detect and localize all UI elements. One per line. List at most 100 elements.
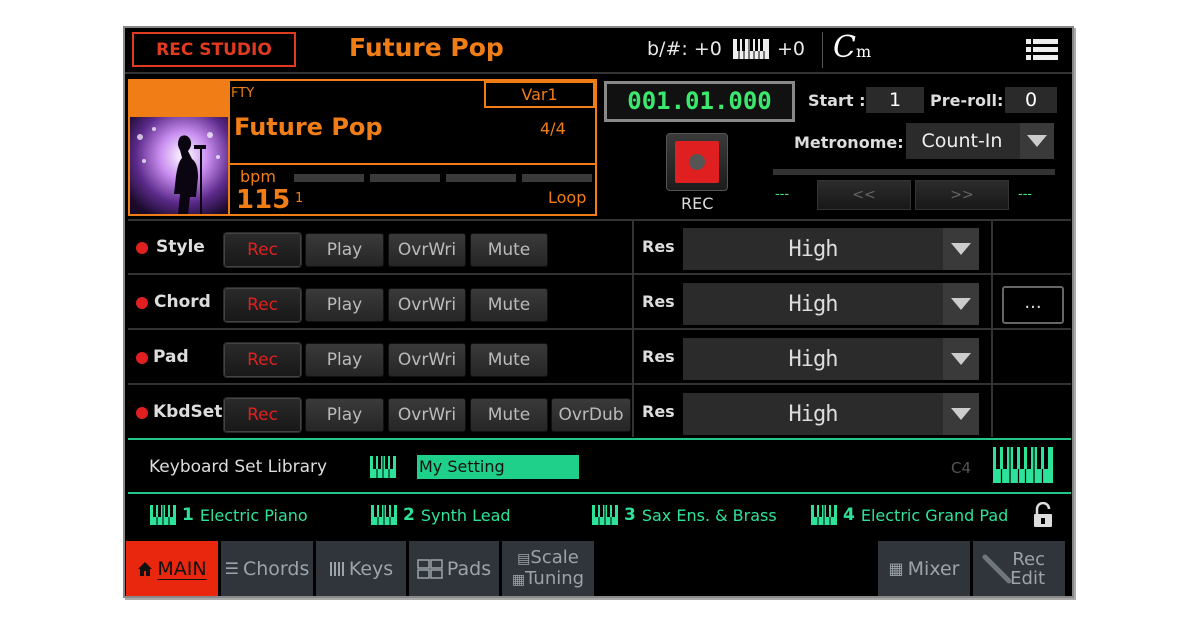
- layer-sound-name: Sax Ens. & Brass: [641, 505, 777, 525]
- resolution-dropdown[interactable]: High: [683, 338, 979, 380]
- transpose-display[interactable]: b/#: +0: [647, 38, 722, 60]
- keyboard-icon: [370, 456, 396, 478]
- layer-2[interactable]: 2 Synth Lead: [371, 505, 511, 525]
- keyboard-icon: [371, 505, 397, 525]
- mute-button[interactable]: Mute: [470, 398, 548, 432]
- song-name: Future Pop: [234, 113, 383, 141]
- loop-label[interactable]: Loop: [548, 188, 586, 207]
- mute-button[interactable]: Mute: [470, 343, 548, 377]
- tab-pads[interactable]: Pads: [409, 541, 499, 596]
- more-button[interactable]: ...: [1002, 286, 1064, 324]
- tab-keys[interactable]: Keys: [316, 541, 406, 596]
- position-slider[interactable]: [773, 169, 1055, 175]
- layer-3[interactable]: 3 Sax Ens. & Brass: [592, 505, 777, 525]
- keys-icon: [329, 561, 344, 576]
- forward-button[interactable]: >>: [915, 180, 1009, 210]
- rec-studio-screen: REC STUDIO Future Pop b/#: +0 +0 Cm FTY …: [123, 26, 1074, 598]
- chevron-down-icon: [943, 283, 979, 325]
- keyboard-transpose-value: +0: [777, 38, 806, 60]
- track-name: Chord: [154, 292, 211, 312]
- tab-rec-edit[interactable]: Rec Edit: [973, 541, 1065, 596]
- scale-icon: ▤: [517, 550, 531, 567]
- mute-button[interactable]: Mute: [470, 233, 548, 267]
- play-button[interactable]: Play: [305, 343, 384, 377]
- resolution-label: Res: [642, 237, 675, 256]
- right-marker: ---: [1018, 187, 1033, 202]
- measure-number: 1: [295, 191, 304, 206]
- tab-label: MAIN: [157, 557, 207, 580]
- layer-4[interactable]: 4 Electric Grand Pad: [811, 505, 1008, 525]
- menu-icon[interactable]: [1026, 38, 1058, 62]
- chevron-down-icon: [943, 228, 979, 270]
- record-button[interactable]: [666, 133, 728, 191]
- play-button[interactable]: Play: [305, 288, 384, 322]
- tab-label: Tuning: [525, 567, 585, 589]
- resolution-label: Res: [642, 402, 675, 421]
- rewind-button[interactable]: <<: [817, 180, 911, 210]
- resolution-dropdown[interactable]: High: [683, 393, 979, 435]
- overdub-button[interactable]: OvrDub: [551, 398, 631, 432]
- split-keyboard-icon[interactable]: [993, 447, 1053, 483]
- layer-number: 4: [843, 505, 855, 525]
- resolution-dropdown[interactable]: High: [683, 283, 979, 325]
- metronome-dropdown[interactable]: Count-In: [906, 123, 1054, 159]
- preroll-value[interactable]: 0: [1005, 87, 1057, 113]
- play-button[interactable]: Play: [305, 233, 384, 267]
- list-icon: ☰: [224, 559, 239, 578]
- song-panel-divider: [228, 81, 230, 214]
- rec-button[interactable]: Rec: [223, 342, 302, 378]
- pads-icon: [417, 558, 443, 579]
- play-button[interactable]: Play: [305, 398, 384, 432]
- variation-box[interactable]: Var1: [484, 81, 595, 108]
- tab-label: Edit: [1010, 567, 1045, 589]
- overwrite-button[interactable]: OvrWri: [388, 233, 466, 267]
- tab-scale-tuning[interactable]: ▤Scale ▦Tuning: [502, 541, 594, 596]
- metronome-value: Count-In: [921, 130, 1003, 152]
- overwrite-button[interactable]: OvrWri: [388, 343, 466, 377]
- resolution-value: High: [788, 401, 839, 427]
- start-value[interactable]: 1: [866, 87, 924, 113]
- tab-label: Scale: [530, 546, 579, 568]
- chord-type: m: [855, 42, 872, 61]
- keyboard-set-bottom-line: [128, 492, 1071, 494]
- resolution-value: High: [788, 291, 839, 317]
- layer-sound-name: Electric Grand Pad: [860, 505, 1009, 525]
- keyboard-icon: [811, 505, 837, 525]
- page-title: Future Pop: [349, 33, 504, 62]
- overwrite-button[interactable]: OvrWri: [388, 398, 466, 432]
- overwrite-button[interactable]: OvrWri: [388, 288, 466, 322]
- home-icon: [138, 561, 153, 576]
- layer-sound-name: Synth Lead: [420, 505, 511, 525]
- chevron-down-icon: [943, 338, 979, 380]
- keyboard-icon: [733, 39, 769, 59]
- tab-main[interactable]: MAIN: [126, 541, 218, 596]
- layer-number: 1: [182, 505, 194, 525]
- keyboard-set-library-label: Keyboard Set Library: [149, 457, 328, 477]
- measure-segment: [294, 174, 364, 182]
- tab-mixer[interactable]: ▦ Mixer: [878, 541, 970, 596]
- measure-segment: [522, 174, 592, 182]
- keyboard-set-name[interactable]: My Setting: [417, 455, 579, 479]
- resolution-dropdown[interactable]: High: [683, 228, 979, 270]
- track-record-led: [136, 242, 148, 254]
- rec-button[interactable]: Rec: [223, 232, 302, 268]
- bpm-label: bpm: [240, 167, 276, 186]
- keyboard-icon: [592, 505, 618, 525]
- tab-label: Mixer: [907, 557, 960, 580]
- chord-display: Cm: [833, 30, 871, 65]
- tab-label: Rec: [1012, 548, 1045, 570]
- tempo-value[interactable]: 115: [236, 185, 290, 215]
- keyboard-transpose[interactable]: +0: [733, 38, 805, 60]
- rec-button[interactable]: Rec: [223, 287, 302, 323]
- layer-1[interactable]: 1 Electric Piano: [150, 505, 308, 525]
- track-name: KbdSet: [153, 402, 223, 422]
- unlock-icon[interactable]: [1032, 502, 1054, 528]
- song-panel[interactable]: FTY Var1 Future Pop 4/4 bpm 115 1 Loop: [128, 79, 597, 216]
- keyboard-icon: [150, 505, 176, 525]
- keyboard-set-top-line: [128, 438, 1071, 440]
- mute-button[interactable]: Mute: [470, 288, 548, 322]
- track-row-style: Style Rec Play OvrWri Mute Res High: [128, 221, 1071, 275]
- tab-chords[interactable]: ☰ Chords: [221, 541, 313, 596]
- rec-button[interactable]: Rec: [223, 397, 302, 433]
- mode-button[interactable]: REC STUDIO: [132, 32, 296, 67]
